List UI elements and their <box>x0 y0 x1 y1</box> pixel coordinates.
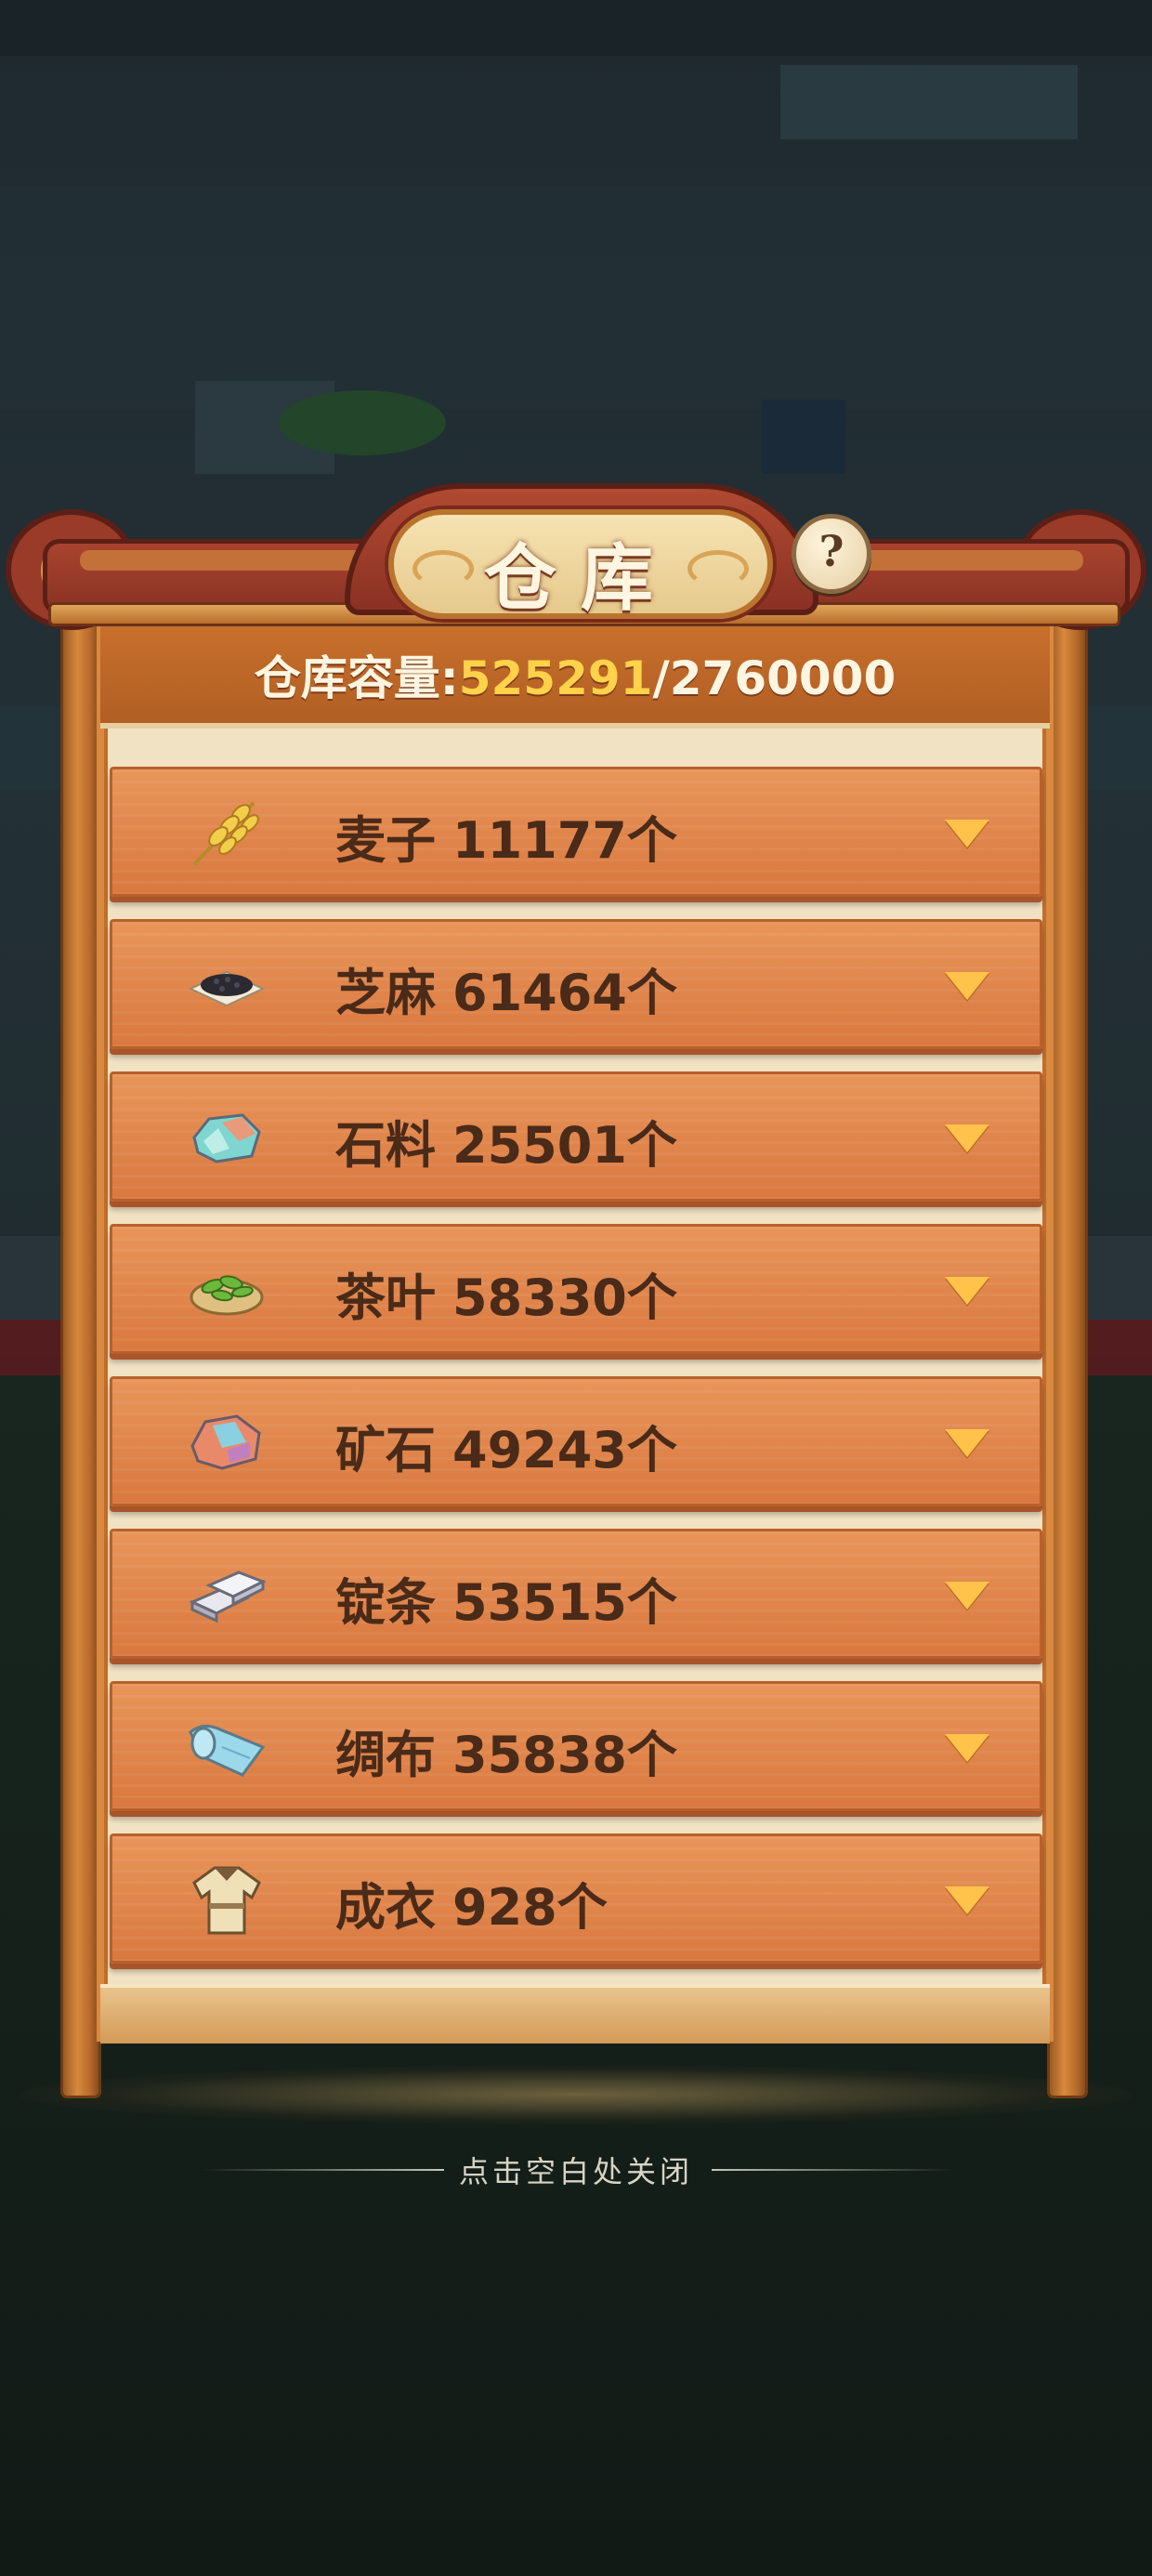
item-label: 芝麻 61464个 <box>335 952 677 1025</box>
background-wall <box>1078 1320 1152 1375</box>
board-floor-shadow <box>19 2065 1133 2124</box>
item-row-silk[interactable]: 绸布 35838个 <box>110 1681 1042 1811</box>
board-footer-band <box>100 1984 1050 2044</box>
item-row-sesame[interactable]: 芝麻 61464个 <box>110 919 1042 1049</box>
item-unit: 个 <box>626 1268 677 1327</box>
chevron-down-icon[interactable] <box>945 1124 989 1152</box>
item-unit: 个 <box>626 964 677 1022</box>
background-building <box>0 0 1152 56</box>
capacity-label: 仓库容量: <box>254 651 459 705</box>
item-label: 石料 25501个 <box>335 1104 677 1177</box>
chevron-down-icon[interactable] <box>945 1734 989 1762</box>
item-unit: 个 <box>626 1573 677 1632</box>
item-label: 绸布 35838个 <box>335 1714 677 1787</box>
item-row-garment[interactable]: 成衣 928个 <box>110 1833 1042 1964</box>
background-building <box>0 186 1152 409</box>
wheat-icon <box>192 801 259 866</box>
item-count: 35838 <box>452 1726 627 1784</box>
item-count: 58330 <box>452 1268 627 1327</box>
item-unit: 个 <box>626 1726 677 1784</box>
page-title: 仓库 <box>483 536 677 621</box>
garment-icon <box>192 1866 261 1935</box>
plate-ornament-left <box>412 550 474 587</box>
item-unit: 个 <box>626 1116 677 1175</box>
item-count: 928 <box>452 1878 557 1937</box>
tea-leaves-icon <box>190 1275 264 1316</box>
item-label: 麦子 11177个 <box>335 799 677 873</box>
title-plate: 仓库 <box>388 509 773 621</box>
plate-ornament-right <box>687 550 749 587</box>
chevron-down-icon[interactable] <box>945 1886 989 1914</box>
sesame-icon <box>188 970 266 1007</box>
stone-icon <box>192 1113 261 1163</box>
item-label: 矿石 49243个 <box>335 1409 677 1482</box>
item-count: 61464 <box>452 964 627 1022</box>
item-name: 矿石 <box>335 1421 436 1479</box>
item-name: 绸布 <box>335 1726 436 1784</box>
capacity-separator: / <box>652 651 670 705</box>
chevron-down-icon[interactable] <box>945 972 989 1000</box>
item-count: 25501 <box>452 1116 627 1175</box>
close-hint[interactable]: 点击空白处关闭 <box>0 2149 1152 2191</box>
item-name: 锭条 <box>335 1573 436 1632</box>
item-name: 成衣 <box>335 1878 436 1937</box>
item-name: 麦子 <box>335 811 436 870</box>
item-name: 石料 <box>335 1116 436 1175</box>
item-count: 11177 <box>452 811 627 870</box>
ore-icon <box>190 1414 261 1470</box>
board-post-right <box>1050 604 1085 2096</box>
item-name: 芝麻 <box>335 964 436 1022</box>
item-count: 53515 <box>452 1573 627 1632</box>
item-unit: 个 <box>626 811 677 870</box>
capacity-total: 2760000 <box>669 651 897 705</box>
background-roof <box>762 400 845 474</box>
item-row-ingot[interactable]: 锭条 53515个 <box>110 1529 1042 1659</box>
silk-cloth-icon <box>189 1725 266 1777</box>
chevron-down-icon[interactable] <box>945 1582 989 1610</box>
chevron-down-icon[interactable] <box>945 820 989 848</box>
title-crest: 仓库 <box>6 483 1146 630</box>
item-list: 麦子 11177个 芝麻 61464个 石料 25501个 茶叶 58330个 … <box>110 767 1042 1986</box>
ingot-icon <box>189 1571 267 1623</box>
item-name: 茶叶 <box>335 1268 436 1327</box>
chevron-down-icon[interactable] <box>945 1429 989 1457</box>
item-row-tea[interactable]: 茶叶 58330个 <box>110 1224 1042 1354</box>
item-count: 49243 <box>452 1421 627 1479</box>
item-label: 茶叶 58330个 <box>335 1256 677 1330</box>
item-row-stone[interactable]: 石料 25501个 <box>110 1071 1042 1202</box>
chevron-down-icon[interactable] <box>945 1277 989 1305</box>
item-label: 成衣 928个 <box>335 1866 608 1939</box>
item-row-ore[interactable]: 矿石 49243个 <box>110 1376 1042 1506</box>
background-building <box>780 65 1078 139</box>
background-roof <box>279 390 446 455</box>
item-row-wheat[interactable]: 麦子 11177个 <box>110 767 1042 897</box>
item-unit: 个 <box>556 1878 608 1937</box>
capacity-readout: 仓库容量:525291/2760000 <box>100 641 1050 708</box>
capacity-used: 525291 <box>458 651 653 705</box>
item-unit: 个 <box>626 1421 677 1479</box>
item-label: 锭条 53515个 <box>335 1561 677 1635</box>
board-post-left <box>63 604 98 2096</box>
help-button[interactable]: ? <box>792 514 871 594</box>
